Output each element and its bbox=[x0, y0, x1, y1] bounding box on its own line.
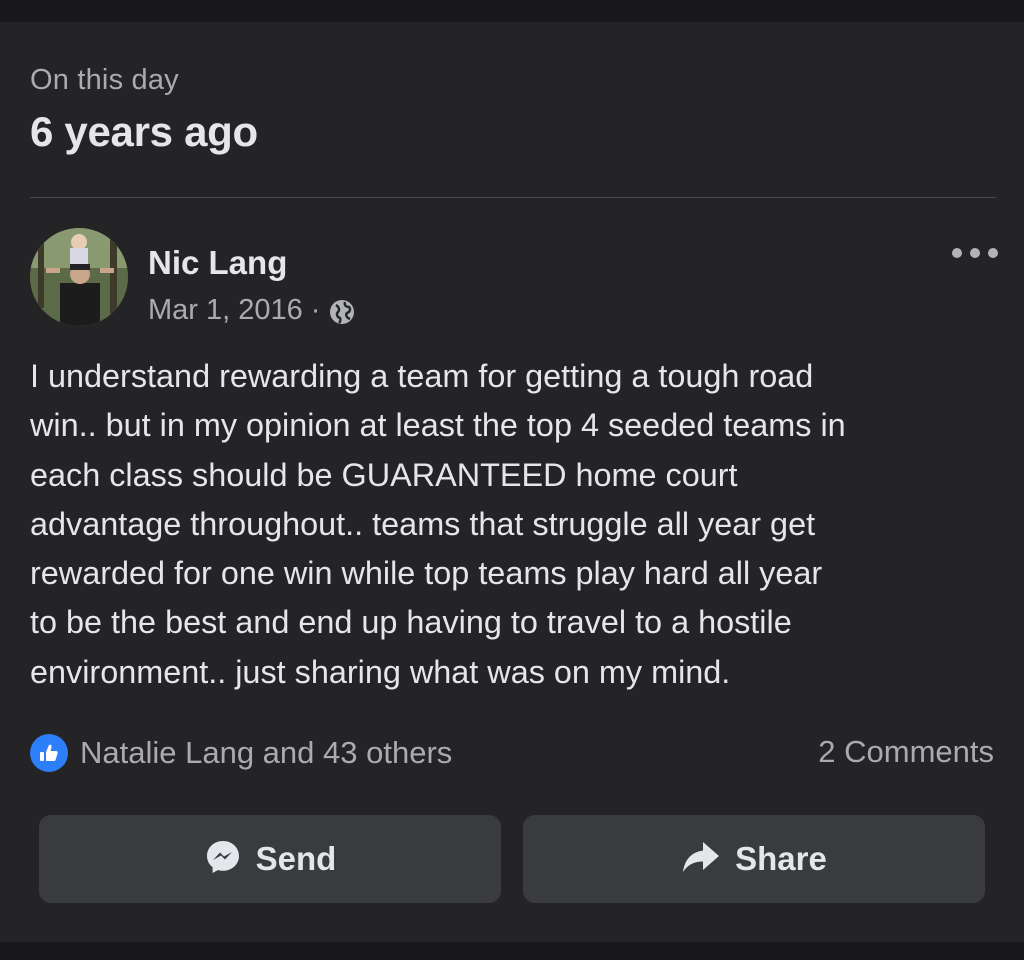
divider bbox=[30, 197, 996, 198]
post-body: I understand rewarding a team for gettin… bbox=[30, 358, 846, 690]
send-label: Send bbox=[255, 840, 337, 877]
reactions-text: Natalie Lang and 43 others bbox=[80, 735, 453, 770]
reactions-summary[interactable]: Natalie Lang and 43 others bbox=[30, 734, 452, 772]
messenger-icon bbox=[204, 838, 242, 881]
meta-separator: · bbox=[310, 294, 321, 326]
share-arrow-icon bbox=[681, 839, 721, 880]
share-label: Share bbox=[735, 840, 827, 877]
post-date[interactable]: Mar 1, 2016 bbox=[148, 294, 303, 327]
more-dot bbox=[970, 248, 980, 258]
post-meta: Mar 1, 2016 · bbox=[148, 294, 356, 327]
top-strip bbox=[0, 0, 1024, 22]
avatar[interactable] bbox=[30, 228, 128, 326]
more-dot bbox=[952, 248, 962, 258]
share-button[interactable]: Share bbox=[523, 815, 985, 903]
memory-title: 6 years ago bbox=[30, 108, 258, 155]
author-name[interactable]: Nic Lang bbox=[148, 244, 287, 282]
more-options-icon[interactable] bbox=[952, 240, 998, 266]
like-icon bbox=[30, 734, 68, 772]
memory-label: On this day bbox=[30, 64, 179, 96]
bottom-strip bbox=[0, 942, 1024, 960]
avatar-photo bbox=[30, 228, 128, 326]
more-dot bbox=[988, 248, 998, 258]
send-button[interactable]: Send bbox=[39, 815, 501, 903]
comments-count[interactable]: 2 Comments bbox=[818, 734, 994, 770]
globe-icon bbox=[328, 298, 356, 326]
